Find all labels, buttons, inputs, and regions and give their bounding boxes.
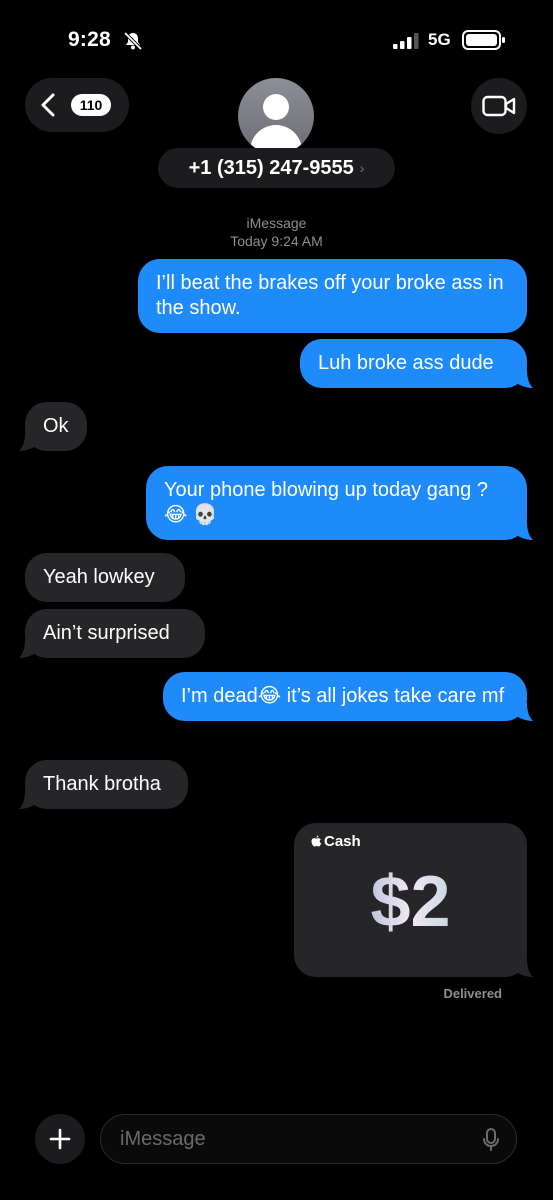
service-label: iMessage [246, 215, 307, 231]
message-bubble-outgoing[interactable]: I’m dead😂 it’s all jokes take care mf [163, 672, 527, 721]
network-type: 5G [428, 30, 451, 49]
message-bubble-incoming[interactable]: Ok [25, 402, 87, 451]
cash-amount: $2 [294, 861, 527, 943]
message-text: Ain’t surprised [43, 622, 170, 644]
message-text: I’ll beat the brakes off your broke ass … [156, 272, 504, 319]
microphone-icon[interactable] [482, 1128, 500, 1152]
thread-timestamp: Today 9:24 AM [230, 233, 323, 249]
message-text: Your phone blowing up today gang ? 😂 💀 [164, 479, 488, 526]
message-input-placeholder: iMessage [120, 1127, 206, 1150]
battery-icon [462, 30, 505, 50]
message-text: I’m dead😂 it’s all jokes take care mf [181, 685, 505, 707]
facetime-video-button[interactable] [471, 78, 527, 134]
video-camera-icon [482, 95, 516, 117]
delivery-status: Delivered [443, 986, 502, 1001]
person-icon-head [263, 94, 289, 120]
status-time: 9:28 [68, 28, 111, 51]
unread-count-badge: 110 [71, 94, 111, 116]
contact-avatar[interactable] [238, 78, 314, 154]
apple-cash-logo: Cash [310, 833, 361, 850]
message-bubble-incoming[interactable]: Thank brotha [25, 760, 188, 809]
back-button[interactable]: 110 [25, 78, 129, 132]
message-bubble-outgoing[interactable]: Your phone blowing up today gang ? 😂 💀 [146, 466, 527, 540]
apps-plus-button[interactable] [35, 1114, 85, 1164]
message-text: Luh broke ass dude [318, 352, 494, 374]
apple-cash-card[interactable]: Cash $2 [294, 823, 527, 977]
cellular-signal-icon [393, 33, 419, 49]
message-text: Yeah lowkey [43, 566, 155, 588]
message-text: Thank brotha [43, 773, 161, 795]
chevron-right-icon: › [359, 160, 365, 176]
message-bubble-outgoing[interactable]: I’ll beat the brakes off your broke ass … [138, 259, 527, 333]
plus-icon [49, 1128, 71, 1150]
apple-logo-icon [311, 835, 322, 846]
contact-number: +1 (315) 247-9555 [188, 156, 354, 179]
message-bubble-incoming[interactable]: Ain’t surprised [25, 609, 205, 658]
chevron-left-icon [41, 93, 55, 117]
bell-slash-icon [123, 31, 143, 51]
contact-details-button[interactable]: +1 (315) 247-9555 › [158, 148, 395, 188]
message-bubble-incoming[interactable]: Yeah lowkey [25, 553, 185, 602]
message-bubble-outgoing[interactable]: Luh broke ass dude [300, 339, 527, 388]
status-bar: 9:28 5G [0, 0, 553, 80]
thread-meta: iMessage Today 9:24 AM [0, 214, 553, 250]
message-input[interactable]: iMessage [100, 1114, 517, 1164]
message-text: Ok [43, 415, 69, 437]
cash-brand: Cash [324, 833, 361, 850]
